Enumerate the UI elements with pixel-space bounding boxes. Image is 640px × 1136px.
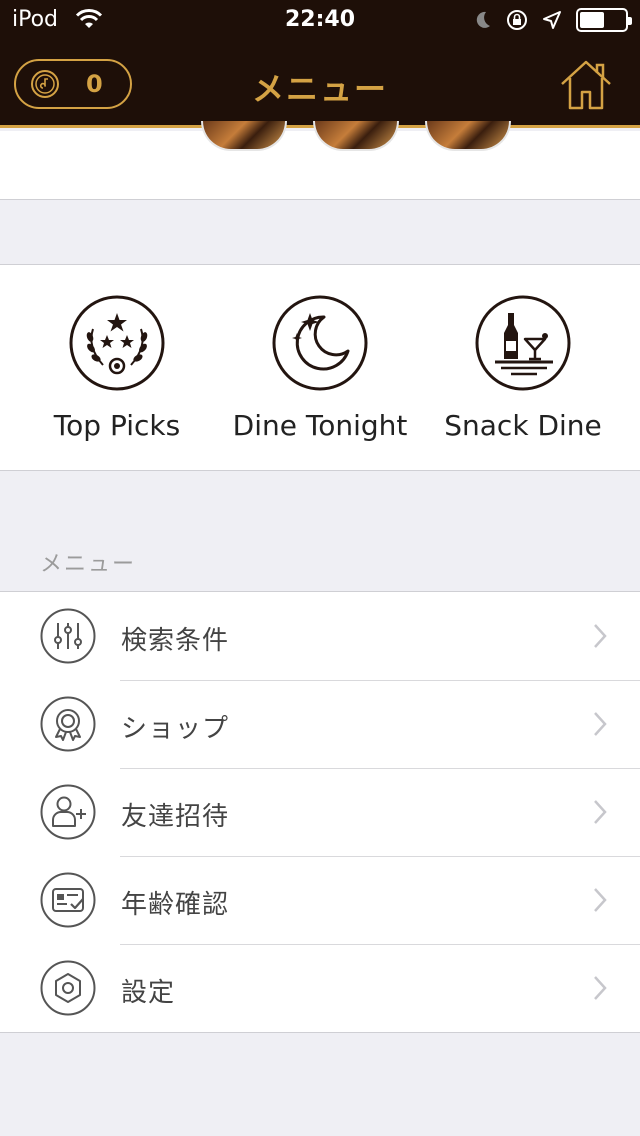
hexagon-settings-icon — [40, 960, 96, 1016]
badge-icon — [40, 696, 96, 752]
thumbnail[interactable] — [201, 121, 287, 151]
thumbnail[interactable] — [313, 121, 399, 151]
menu-item-label: ショップ — [121, 714, 230, 744]
menu-item-age-verification[interactable]: 年齢確認 — [0, 856, 640, 944]
menu-item-settings[interactable]: 設定 — [0, 944, 640, 1032]
top-bar: iPod 22:40 0 メニュー — [0, 0, 640, 128]
status-bar: iPod 22:40 — [0, 0, 640, 40]
menu-item-label: 設定 — [121, 978, 176, 1008]
category-dine-tonight[interactable]: Dine Tonight — [220, 295, 420, 442]
chevron-right-icon — [594, 976, 607, 1000]
category-label: Snack Dine — [444, 409, 602, 442]
location-icon — [543, 11, 561, 29]
sliders-icon — [40, 608, 96, 664]
category-label: Top Picks — [53, 409, 181, 442]
category-panel: Top Picks Dine Tonight Snack Dine — [0, 264, 640, 471]
rotation-lock-icon — [507, 10, 527, 30]
moon-stars-icon — [272, 295, 368, 391]
id-card-check-icon — [40, 872, 96, 928]
page-title: メニュー — [251, 70, 388, 108]
moon-icon — [476, 11, 490, 28]
thumbnail[interactable] — [425, 121, 511, 151]
menu-item-invite-friends[interactable]: 友達招待 — [0, 768, 640, 856]
status-right — [474, 8, 632, 32]
section-header: メニュー — [40, 552, 137, 577]
chevron-right-icon — [594, 888, 607, 912]
home-icon[interactable] — [556, 56, 616, 112]
menu-item-label: 友達招待 — [121, 802, 230, 832]
chevron-right-icon — [594, 624, 607, 648]
bottle-cocktail-icon — [475, 295, 571, 391]
thumbnail-strip — [0, 121, 640, 200]
menu-item-label: 検索条件 — [121, 626, 230, 656]
category-top-picks[interactable]: Top Picks — [17, 295, 217, 442]
chevron-right-icon — [594, 800, 607, 824]
menu-item-label: 年齢確認 — [121, 890, 230, 920]
chevron-right-icon — [594, 712, 607, 736]
category-label: Dine Tonight — [232, 409, 408, 442]
add-user-icon — [40, 784, 96, 840]
category-snack-dine[interactable]: Snack Dine — [423, 295, 623, 442]
menu-list: 検索条件 ショップ 友達招待 年齢確認 設定 — [0, 591, 640, 1033]
menu-item-shop[interactable]: ショップ — [0, 680, 640, 768]
menu-item-search-conditions[interactable]: 検索条件 — [0, 592, 640, 680]
battery-icon — [576, 8, 632, 32]
top-picks-icon — [69, 295, 165, 391]
